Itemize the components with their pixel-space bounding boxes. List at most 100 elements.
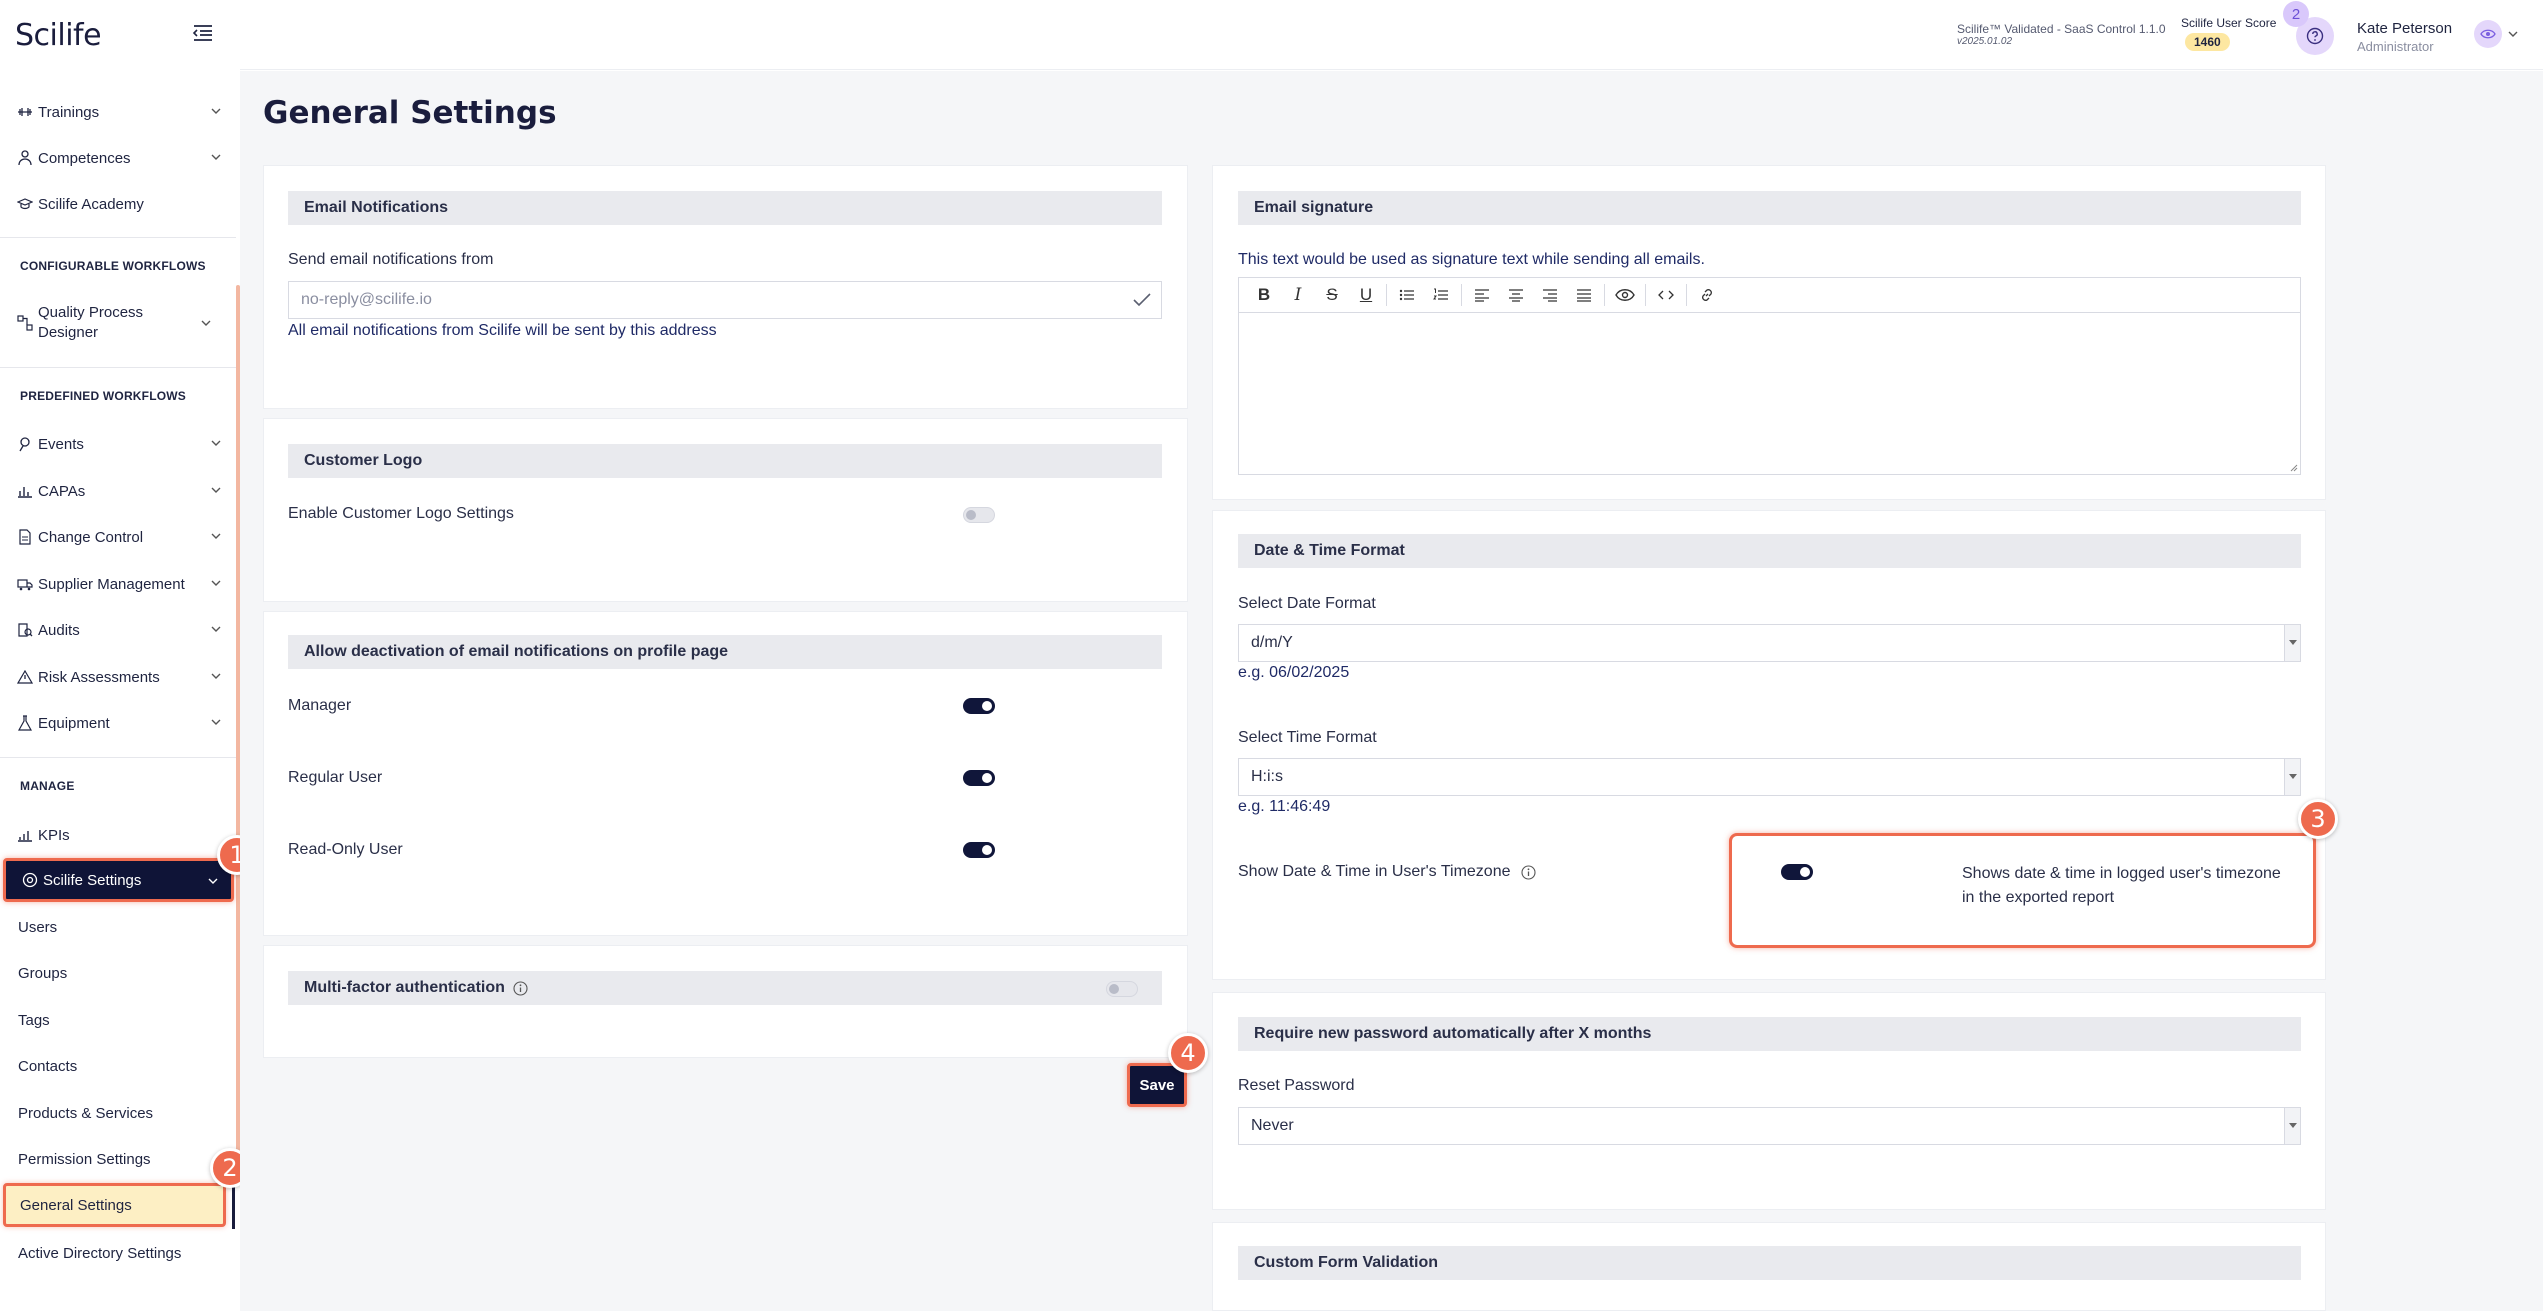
sidebar-item-risk-assessments[interactable]: Risk Assessments bbox=[16, 662, 226, 692]
sidebar-item-label: Audits bbox=[38, 621, 80, 639]
sidebar-item-equipment[interactable]: Equipment bbox=[16, 708, 226, 738]
sidebar-item-academy[interactable]: Scilife Academy bbox=[16, 189, 226, 219]
field-label: Select Date Format bbox=[1238, 595, 1376, 612]
chevron-down-icon bbox=[211, 673, 221, 679]
check-icon bbox=[1133, 293, 1151, 307]
warning-icon bbox=[16, 668, 34, 686]
date-example: e.g. 06/02/2025 bbox=[1238, 664, 1350, 681]
avatar[interactable] bbox=[2474, 20, 2502, 48]
regular-user-toggle[interactable] bbox=[963, 770, 995, 786]
sidebar-item-label: Risk Assessments bbox=[38, 668, 160, 686]
sidebar-sub-permission-settings[interactable]: Permission Settings bbox=[18, 1151, 151, 1168]
app-logo[interactable]: Scilife bbox=[15, 18, 102, 53]
sidebar-sub-tags[interactable]: Tags bbox=[18, 1012, 50, 1029]
chevron-down-icon bbox=[211, 719, 221, 725]
chevron-down-icon bbox=[211, 626, 221, 632]
align-right-icon[interactable] bbox=[1533, 281, 1567, 309]
selected-value: H:i:s bbox=[1251, 768, 1283, 785]
email-from-input[interactable]: no-reply@scilife.io bbox=[288, 281, 1162, 319]
selected-value: d/m/Y bbox=[1251, 634, 1293, 651]
sidebar-sub-products-services[interactable]: Products & Services bbox=[18, 1105, 153, 1122]
truck-icon bbox=[16, 575, 34, 593]
sidebar-item-label: KPIs bbox=[38, 826, 70, 844]
bold-icon[interactable]: B bbox=[1247, 281, 1281, 309]
dropdown-arrow-icon bbox=[2284, 759, 2300, 795]
chevron-down-icon[interactable] bbox=[2507, 29, 2519, 39]
sidebar-sub-users[interactable]: Users bbox=[18, 919, 57, 936]
resize-handle-icon[interactable] bbox=[2288, 462, 2298, 472]
manager-toggle[interactable] bbox=[963, 698, 995, 714]
chevron-down-icon bbox=[211, 108, 221, 114]
section-header: Email Notifications bbox=[288, 191, 1162, 225]
chevron-down-icon bbox=[211, 154, 221, 160]
info-icon[interactable] bbox=[1520, 864, 1536, 880]
description-line: Shows date & time in logged user's timez… bbox=[1962, 865, 2281, 882]
field-label: Show Date & Time in User's Timezone bbox=[1238, 863, 1511, 880]
sidebar-item-audits[interactable]: Audits bbox=[16, 615, 226, 645]
user-score-label: Scilife User Score bbox=[2181, 16, 2277, 30]
sidebar-item-supplier-management[interactable]: Supplier Management bbox=[16, 569, 226, 599]
align-justify-icon[interactable] bbox=[1567, 281, 1601, 309]
sidebar-sub-general-settings[interactable]: General Settings bbox=[3, 1183, 226, 1227]
toolbar-separator bbox=[1461, 284, 1462, 306]
sidebar-divider bbox=[0, 367, 236, 368]
sidebar-item-label: CAPAs bbox=[38, 482, 86, 500]
chevron-down-icon bbox=[201, 320, 211, 326]
sidebar-sub-contacts[interactable]: Contacts bbox=[18, 1058, 77, 1075]
notification-count[interactable]: 2 bbox=[2283, 1, 2309, 27]
step-badge-4: 4 bbox=[1168, 1033, 1208, 1073]
sidebar-item-label: Competences bbox=[38, 149, 131, 167]
numbered-list-icon[interactable] bbox=[1424, 281, 1458, 309]
strikethrough-icon[interactable]: S bbox=[1315, 281, 1349, 309]
bullet-list-icon[interactable] bbox=[1390, 281, 1424, 309]
sidebar-sub-groups[interactable]: Groups bbox=[18, 965, 67, 982]
mfa-toggle[interactable] bbox=[1106, 981, 1138, 997]
toolbar-separator bbox=[1386, 284, 1387, 306]
section-header-label: Multi-factor authentication bbox=[304, 979, 505, 996]
timezone-toggle[interactable] bbox=[1781, 864, 1813, 880]
align-left-icon[interactable] bbox=[1465, 281, 1499, 309]
user-role: Administrator bbox=[2357, 39, 2434, 54]
workflow-icon bbox=[16, 314, 34, 332]
section-configurable-workflows: CONFIGURABLE WORKFLOWS bbox=[20, 259, 206, 273]
preview-eye-icon[interactable] bbox=[1608, 281, 1642, 309]
signature-editor[interactable] bbox=[1238, 313, 2301, 475]
read-only-user-toggle[interactable] bbox=[963, 842, 995, 858]
audit-icon bbox=[16, 621, 34, 639]
section-header: Email signature bbox=[1238, 191, 2301, 225]
sidebar-item-competences[interactable]: Competences bbox=[16, 143, 226, 173]
italic-icon[interactable]: I bbox=[1281, 281, 1315, 309]
field-label: Manager bbox=[288, 697, 352, 714]
align-center-icon[interactable] bbox=[1499, 281, 1533, 309]
active-indicator bbox=[232, 1185, 235, 1229]
user-score-value[interactable]: 1460 bbox=[2185, 33, 2230, 51]
section-header: Customer Logo bbox=[288, 444, 1162, 478]
settings-icon bbox=[22, 872, 38, 888]
sidebar-item-kpis[interactable]: KPIs bbox=[16, 820, 226, 850]
sidebar-item-trainings[interactable]: Trainings bbox=[16, 97, 226, 127]
version-label: Scilife™ Validated - SaaS Control 1.1.0 bbox=[1957, 22, 2166, 36]
sidebar-item-quality-process-designer[interactable]: Quality Process Designer bbox=[16, 301, 216, 345]
avatar-eye-icon bbox=[2480, 29, 2496, 39]
sidebar-item-capas[interactable]: CAPAs bbox=[16, 476, 226, 506]
dropdown-arrow-icon bbox=[2284, 1108, 2300, 1144]
sidebar-item-events[interactable]: Events bbox=[16, 429, 226, 459]
description-line: in the exported report bbox=[1962, 889, 2115, 906]
section-header: Custom Form Validation bbox=[1238, 1246, 2301, 1280]
info-icon[interactable] bbox=[513, 980, 528, 996]
reset-password-select[interactable]: Never bbox=[1238, 1107, 2301, 1145]
underline-icon[interactable]: U bbox=[1349, 281, 1383, 309]
sidebar-sub-active-directory[interactable]: Active Directory Settings bbox=[18, 1245, 181, 1262]
link-icon[interactable] bbox=[1690, 281, 1724, 309]
time-format-select[interactable]: H:i:s bbox=[1238, 758, 2301, 796]
collapse-sidebar-icon[interactable] bbox=[192, 24, 216, 44]
date-format-select[interactable]: d/m/Y bbox=[1238, 624, 2301, 662]
sidebar-item-change-control[interactable]: Change Control bbox=[16, 522, 226, 552]
dropdown-arrow-icon bbox=[2284, 625, 2300, 661]
customer-logo-toggle[interactable] bbox=[963, 507, 995, 523]
field-label: Read-Only User bbox=[288, 841, 403, 858]
code-icon[interactable] bbox=[1649, 281, 1683, 309]
sidebar-item-label: Equipment bbox=[38, 714, 110, 732]
sidebar-item-label: Change Control bbox=[38, 528, 144, 546]
sidebar-item-scilife-settings[interactable]: Scilife Settings bbox=[3, 858, 234, 902]
